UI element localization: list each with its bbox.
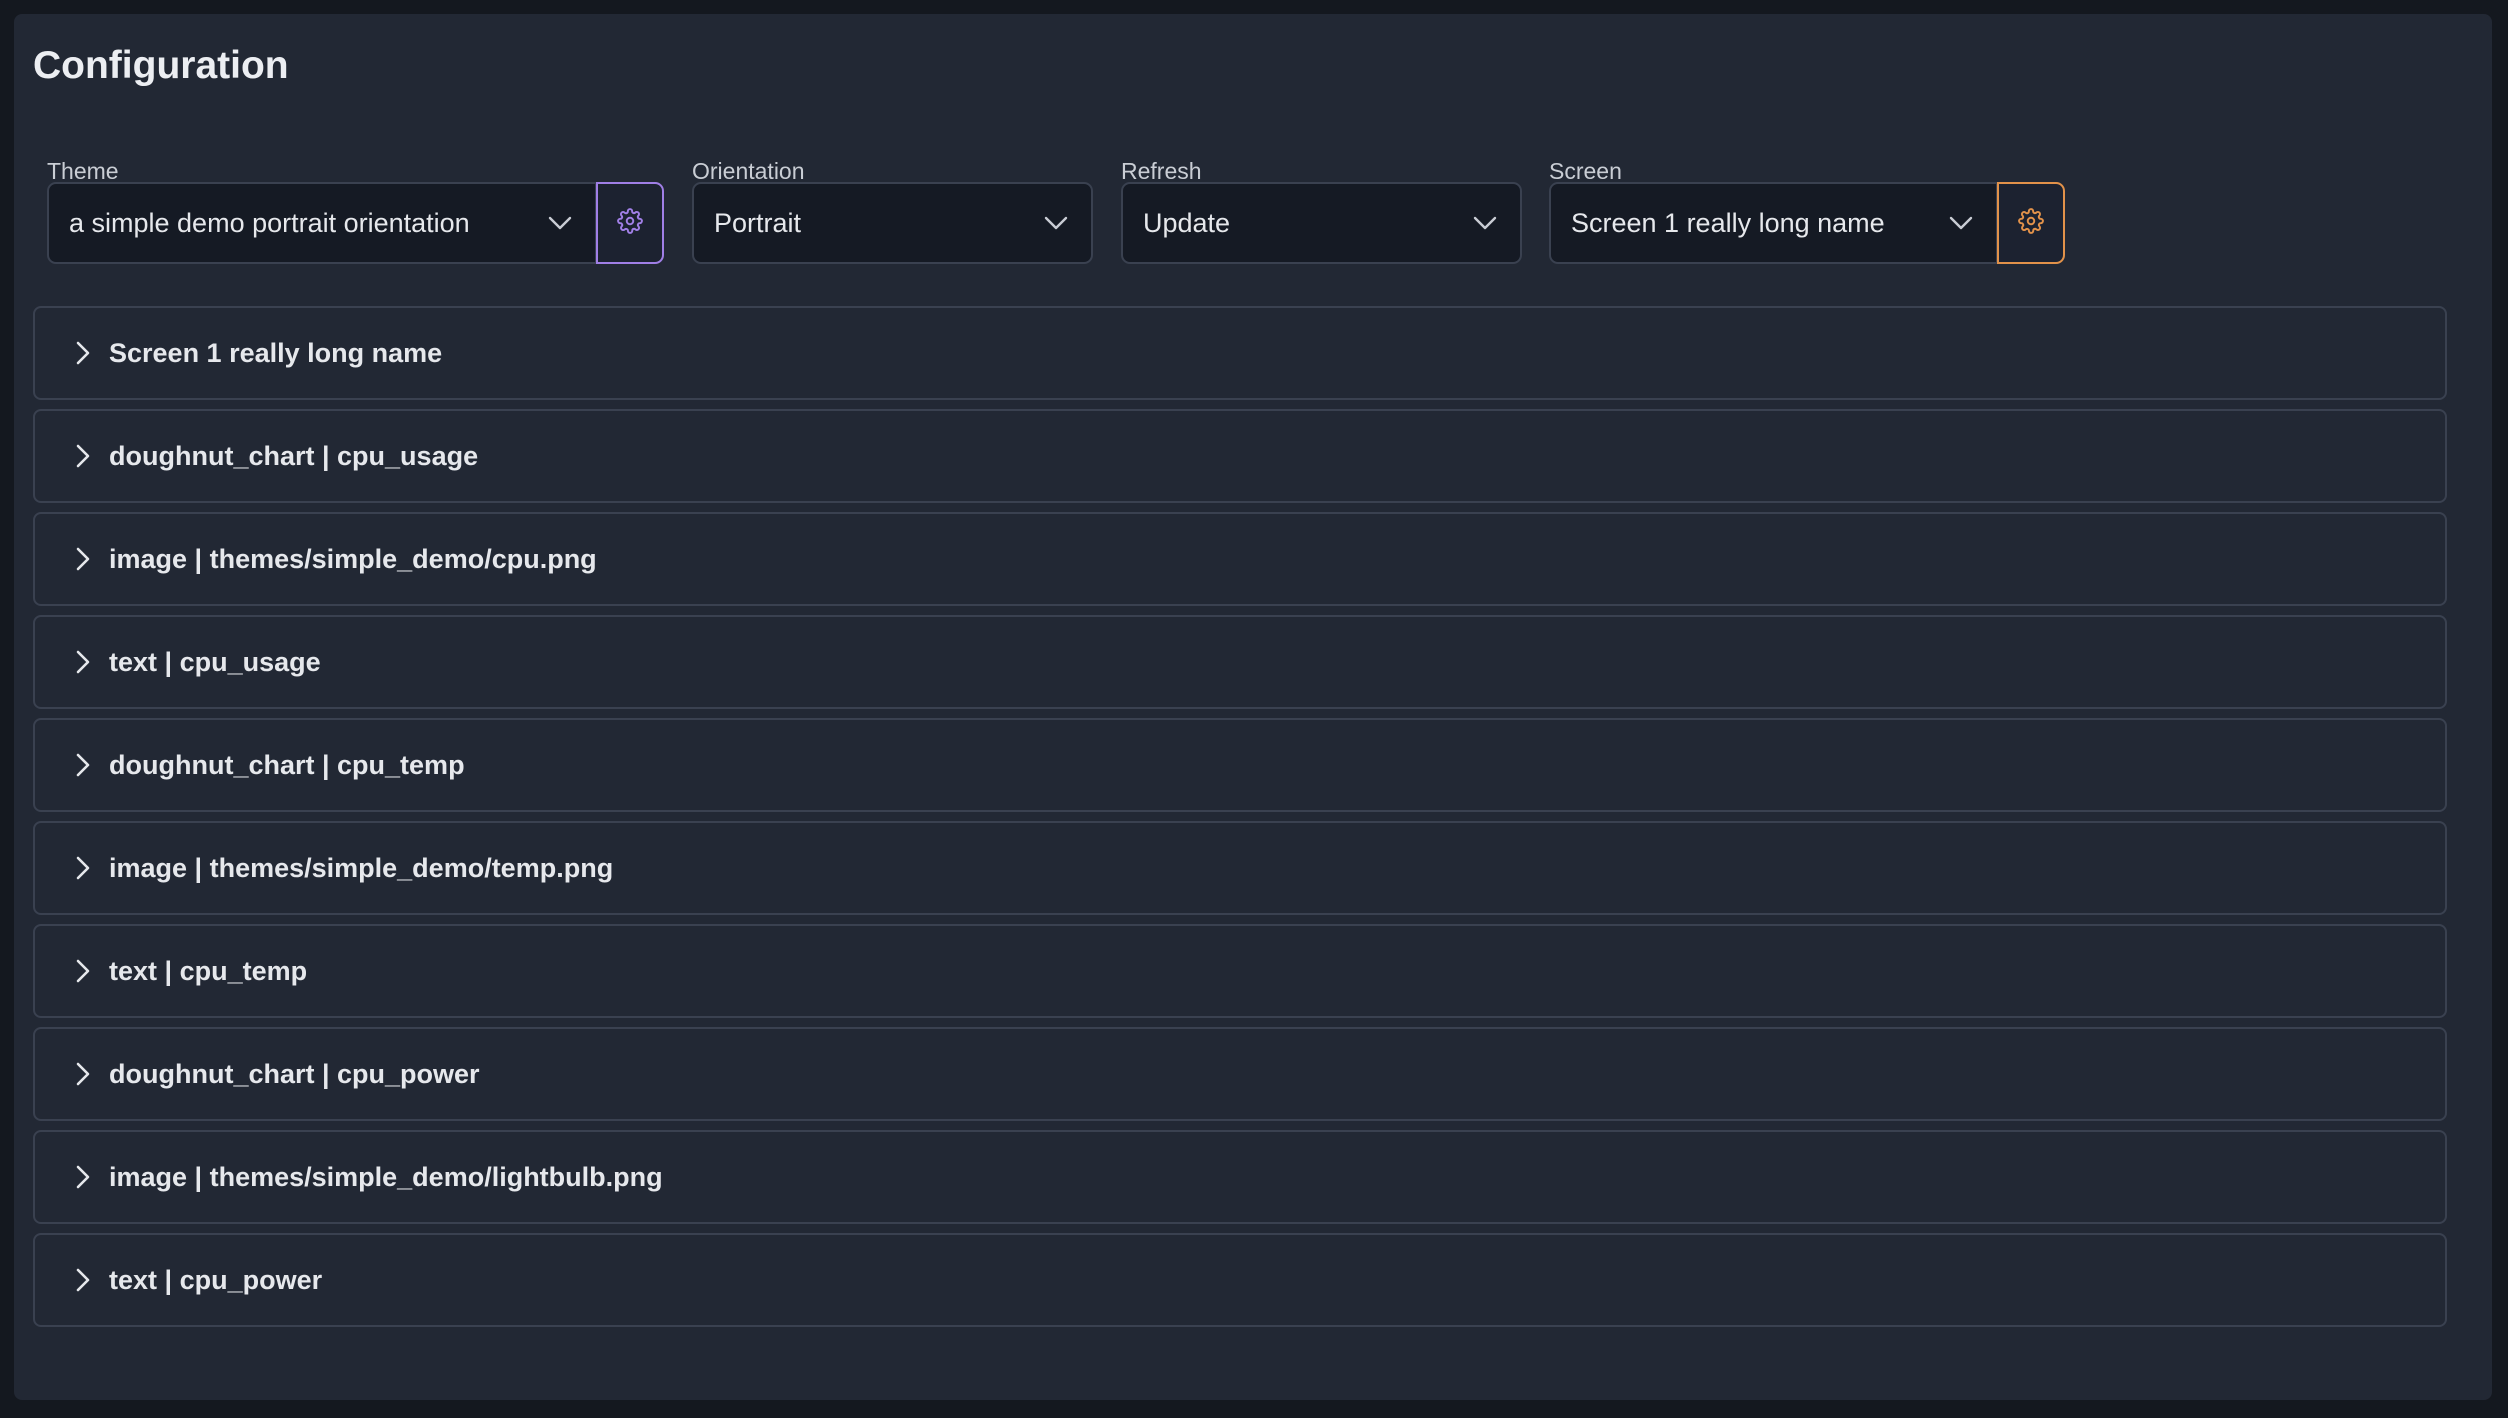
chevron-right-icon xyxy=(71,753,95,777)
screen-settings-button[interactable] xyxy=(1997,182,2065,264)
theme-select-value: a simple demo portrait orientation xyxy=(69,207,470,238)
accordion-item-text-cpu-temp[interactable]: text | cpu_temp xyxy=(33,924,2447,1018)
accordion-item-label: image | themes/simple_demo/temp.png xyxy=(109,852,614,883)
accordion-item-label: doughnut_chart | cpu_temp xyxy=(109,749,465,780)
chevron-right-icon xyxy=(71,341,95,365)
chevron-down-icon xyxy=(547,210,573,236)
chevron-right-icon xyxy=(71,1062,95,1086)
accordion-item-doughnut-cpu-power[interactable]: doughnut_chart | cpu_power xyxy=(33,1027,2447,1121)
gear-icon xyxy=(617,207,643,239)
accordion-item-text-cpu-usage[interactable]: text | cpu_usage xyxy=(33,615,2447,709)
chevron-right-icon xyxy=(71,856,95,880)
screen-label: Screen xyxy=(1549,158,1622,184)
chevron-right-icon xyxy=(71,959,95,983)
theme-settings-button[interactable] xyxy=(596,182,664,264)
accordion-item-doughnut-cpu-temp[interactable]: doughnut_chart | cpu_temp xyxy=(33,718,2447,812)
chevron-down-icon xyxy=(1948,210,1974,236)
accordion-item-image-lightbulb[interactable]: image | themes/simple_demo/lightbulb.png xyxy=(33,1130,2447,1224)
theme-label: Theme xyxy=(47,158,119,184)
accordion-item-label: doughnut_chart | cpu_power xyxy=(109,1058,480,1089)
orientation-select-value: Portrait xyxy=(714,207,802,238)
chevron-right-icon xyxy=(71,444,95,468)
page-title: Configuration xyxy=(33,44,289,87)
accordion-item-label: image | themes/simple_demo/lightbulb.png xyxy=(109,1161,663,1192)
screen-select-value: Screen 1 really long name xyxy=(1571,207,1885,238)
theme-select[interactable]: a simple demo portrait orientation xyxy=(47,182,597,264)
orientation-label: Orientation xyxy=(692,158,805,184)
chevron-right-icon xyxy=(71,650,95,674)
chevron-right-icon xyxy=(71,1268,95,1292)
accordion-item-label: text | cpu_usage xyxy=(109,646,321,677)
screen-select[interactable]: Screen 1 really long name xyxy=(1549,182,1998,264)
accordion-item-screen[interactable]: Screen 1 really long name xyxy=(33,306,2447,400)
gear-icon xyxy=(2018,207,2044,239)
chevron-down-icon xyxy=(1043,210,1069,236)
accordion-item-image-temp[interactable]: image | themes/simple_demo/temp.png xyxy=(33,821,2447,915)
accordion-item-label: image | themes/simple_demo/cpu.png xyxy=(109,543,597,574)
chevron-down-icon xyxy=(1472,210,1498,236)
accordion-item-label: Screen 1 really long name xyxy=(109,337,443,368)
chevron-right-icon xyxy=(71,1165,95,1189)
orientation-select[interactable]: Portrait xyxy=(692,182,1093,264)
accordion-item-doughnut-cpu-usage[interactable]: doughnut_chart | cpu_usage xyxy=(33,409,2447,503)
accordion-item-label: text | cpu_temp xyxy=(109,955,308,986)
accordion-item-image-cpu[interactable]: image | themes/simple_demo/cpu.png xyxy=(33,512,2447,606)
accordion-item-text-cpu-power[interactable]: text | cpu_power xyxy=(33,1233,2447,1327)
chevron-right-icon xyxy=(71,547,95,571)
accordion-item-label: text | cpu_power xyxy=(109,1264,323,1295)
refresh-select-value: Update xyxy=(1143,207,1231,238)
accordion-item-label: doughnut_chart | cpu_usage xyxy=(109,440,479,471)
refresh-label: Refresh xyxy=(1121,158,1202,184)
refresh-select[interactable]: Update xyxy=(1121,182,1522,264)
